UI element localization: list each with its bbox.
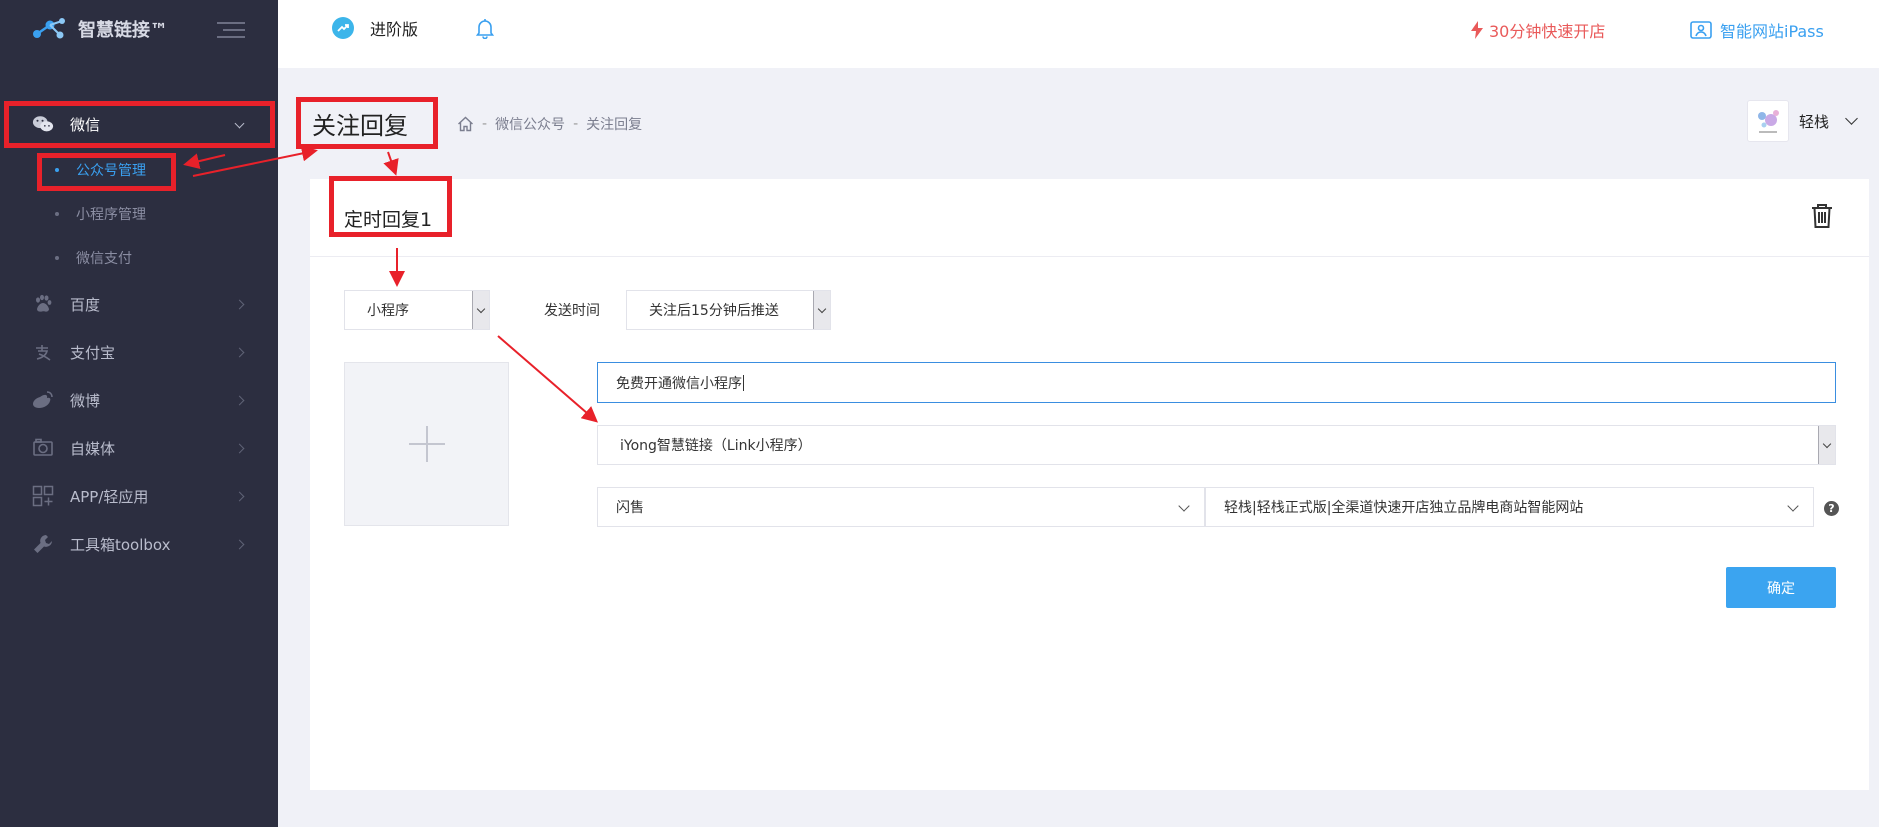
send-time-label: 发送时间 [544, 303, 600, 319]
sidebar-item-label: 百度 [70, 295, 101, 314]
card-header: 定时回复1 [310, 179, 1869, 257]
card-title: 定时回复1 [344, 209, 433, 231]
bullet-dot [55, 212, 59, 216]
sidebar-subitem-label: 公众号管理 [76, 163, 146, 179]
image-upload-area[interactable] [344, 362, 509, 526]
sidebar-item-weibo[interactable]: 微博 [0, 380, 278, 420]
home-icon[interactable] [457, 116, 474, 132]
edition-switch[interactable]: 进阶版 [332, 16, 418, 40]
breadcrumb-item[interactable]: 微信公众号 [495, 114, 565, 134]
sidebar: 智慧链接™ 微信 公众号管理 小程序管理 微信支付 百度 支付宝 微博 自媒体 … [0, 0, 278, 827]
mini-program-select[interactable]: iYong智慧链接（Link小程序） [597, 425, 1836, 465]
trend-icon [332, 17, 354, 39]
item-select-value: 轻栈|轻栈正式版|全渠道快速开店独立品牌电商站智能网站 [1224, 500, 1584, 516]
apps-grid-icon [32, 485, 54, 507]
item-select[interactable]: 轻栈|轻栈正式版|全渠道快速开店独立品牌电商站智能网站 [1205, 487, 1814, 527]
ipass-link[interactable]: 智能网站iPass [1690, 18, 1824, 42]
chevron-right-icon [234, 491, 245, 501]
sidebar-subitem-label: 微信支付 [76, 251, 132, 267]
chevron-down-icon [1845, 112, 1858, 125]
quick-open-label: 30分钟快速开店 [1489, 22, 1606, 41]
edition-label: 进阶版 [370, 20, 419, 39]
mini-program-value: iYong智慧链接（Link小程序） [620, 438, 812, 454]
chevron-down-icon [1787, 500, 1799, 512]
chevron-right-icon [234, 347, 245, 357]
sidebar-item-toolbox[interactable]: 工具箱toolbox [0, 524, 278, 564]
user-menu[interactable]: 轻栈 [1747, 100, 1858, 142]
page-title: 关注回复 [312, 112, 408, 140]
sidebar-item-self-media[interactable]: 自媒体 [0, 428, 278, 468]
sidebar-item-label: 微信 [70, 115, 101, 134]
sidebar-item-label: 支付宝 [70, 343, 116, 362]
alipay-icon [32, 341, 54, 363]
reply-title-value: 免费开通微信小程序 [616, 375, 742, 392]
chevron-down-icon [234, 118, 245, 129]
breadcrumb-separator: - [482, 116, 488, 132]
chevron-right-icon [234, 539, 245, 549]
bullet-dot [55, 168, 59, 172]
sidebar-subitem-mini-program[interactable]: 小程序管理 [0, 197, 278, 231]
user-card-icon [1690, 21, 1712, 39]
trash-icon[interactable] [1810, 203, 1834, 229]
chevron-right-icon [234, 395, 245, 405]
text-cursor [743, 374, 744, 391]
wrench-icon [32, 533, 54, 555]
lightning-icon [1471, 21, 1483, 39]
top-bar: 进阶版 30分钟快速开店 智能网站iPass [278, 0, 1879, 68]
breadcrumb-item-current: 关注回复 [586, 117, 643, 133]
page-select[interactable]: 闪售 [597, 487, 1205, 527]
select-arrow-icon [472, 291, 489, 329]
reply-type-select[interactable]: 小程序 [344, 290, 490, 330]
user-name: 轻栈 [1799, 112, 1830, 131]
reply-title-input[interactable]: 免费开通微信小程序 [597, 362, 1836, 403]
reply-type-value: 小程序 [367, 303, 409, 319]
sidebar-subitem-label: 小程序管理 [76, 207, 146, 223]
plus-icon [408, 426, 445, 462]
brand-name: 智慧链接™ [78, 20, 168, 41]
bell-icon[interactable] [474, 17, 496, 40]
reply-card: 定时回复1 小程序 发送时间 关注后15分钟后推送 免费开通微信小程序 iYon… [310, 179, 1869, 790]
send-time-select[interactable]: 关注后15分钟后推送 [626, 290, 831, 330]
select-arrow-icon [813, 291, 830, 329]
sidebar-item-baidu[interactable]: 百度 [0, 284, 278, 324]
quick-open-store-link[interactable]: 30分钟快速开店 [1471, 18, 1605, 42]
sidebar-item-label: 微博 [70, 391, 101, 410]
sidebar-item-alipay[interactable]: 支付宝 [0, 332, 278, 372]
breadcrumb-separator: - [573, 116, 579, 132]
sidebar-item-app[interactable]: APP/轻应用 [0, 476, 278, 516]
help-icon[interactable]: ? [1824, 501, 1839, 516]
sidebar-subitem-wechat-pay[interactable]: 微信支付 [0, 241, 278, 275]
chevron-down-icon [1178, 500, 1190, 512]
chevron-right-icon [234, 299, 245, 309]
weibo-icon [32, 389, 54, 411]
brand-logo[interactable]: 智慧链接™ [32, 14, 168, 44]
menu-toggle-icon[interactable] [217, 22, 245, 38]
breadcrumb: - 微信公众号 - 关注回复 [457, 114, 642, 134]
sidebar-item-wechat[interactable]: 微信 [0, 104, 278, 144]
sidebar-subitem-official-account[interactable]: 公众号管理 [0, 153, 278, 187]
wechat-icon [32, 113, 54, 135]
bullet-dot [55, 256, 59, 260]
logo-icon [33, 18, 65, 39]
chevron-right-icon [234, 443, 245, 453]
ipass-label: 智能网站iPass [1720, 22, 1824, 41]
send-time-value: 关注后15分钟后推送 [649, 303, 779, 319]
sidebar-item-label: APP/轻应用 [70, 487, 149, 506]
sidebar-item-label: 工具箱toolbox [70, 535, 171, 554]
camera-icon [32, 437, 54, 459]
avatar [1747, 100, 1789, 142]
baidu-paw-icon [32, 293, 54, 315]
confirm-button[interactable]: 确定 [1726, 567, 1836, 608]
select-arrow-icon [1818, 426, 1835, 464]
page-select-value: 闪售 [616, 500, 644, 516]
sidebar-item-label: 自媒体 [70, 439, 116, 458]
